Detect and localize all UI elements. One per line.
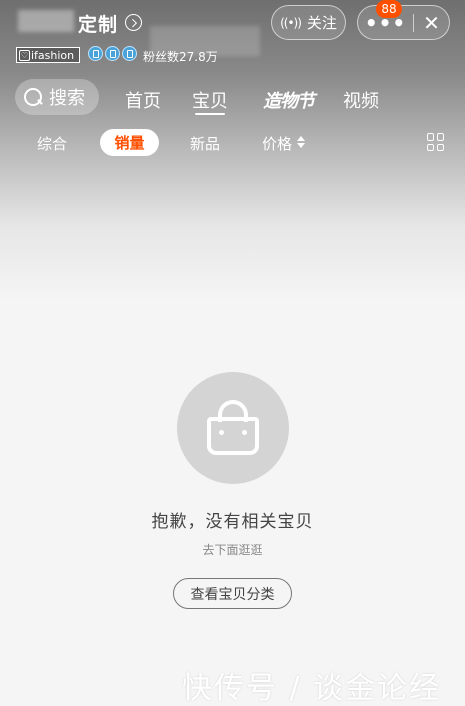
search-label: 搜索: [49, 88, 85, 109]
tab-creation-festival[interactable]: 造物节: [263, 87, 315, 113]
tab-video[interactable]: 视频: [343, 87, 379, 113]
view-categories-button[interactable]: 查看宝贝分类: [173, 578, 292, 609]
empty-state-subtitle: 去下面逛逛: [202, 543, 263, 557]
sort-new[interactable]: 新品: [190, 133, 220, 154]
shop-name-blurred: [18, 10, 74, 32]
tab-products[interactable]: 宝贝: [192, 87, 228, 113]
shop-name[interactable]: 定制: [78, 10, 118, 37]
empty-state-illustration: [177, 372, 289, 484]
shop-detail-arrow-icon[interactable]: [125, 14, 142, 31]
crown-icon: [88, 46, 103, 61]
bag-dot: [242, 430, 247, 435]
search-icon: [23, 87, 43, 107]
sort-price[interactable]: 价格: [262, 133, 292, 154]
close-button[interactable]: ✕: [414, 6, 449, 39]
empty-state-title: 抱歉，没有相关宝贝: [151, 512, 314, 532]
message-count-badge: 88: [376, 0, 402, 18]
follow-label: 关注: [306, 14, 337, 32]
search-button[interactable]: 搜索: [15, 79, 99, 115]
watermark: 快传号 / 谈金论经: [182, 671, 442, 706]
grid-view-icon[interactable]: [427, 133, 445, 151]
crown-icon: [105, 46, 120, 61]
shopping-bag-body: [207, 417, 259, 455]
active-tab-indicator: [195, 113, 225, 115]
follow-button[interactable]: ((•)) 关注: [271, 5, 346, 40]
sort-sales[interactable]: 销量: [100, 129, 159, 156]
ifashion-logo-icon: ♡: [19, 49, 30, 61]
broadcast-icon: ((•)): [280, 15, 302, 30]
shop-rank-crowns: [88, 46, 137, 61]
bag-dot: [219, 430, 224, 435]
crown-icon: [122, 46, 137, 61]
sort-arrows-icon[interactable]: [297, 136, 305, 148]
fans-count: 粉丝数27.8万: [143, 50, 218, 64]
actions-pill: ••• ✕: [357, 5, 450, 40]
tab-home[interactable]: 首页: [125, 87, 161, 113]
ifashion-tag[interactable]: ♡ ifashion: [16, 47, 80, 63]
ifashion-label: ifashion: [31, 48, 75, 62]
sort-comprehensive[interactable]: 综合: [37, 133, 67, 154]
